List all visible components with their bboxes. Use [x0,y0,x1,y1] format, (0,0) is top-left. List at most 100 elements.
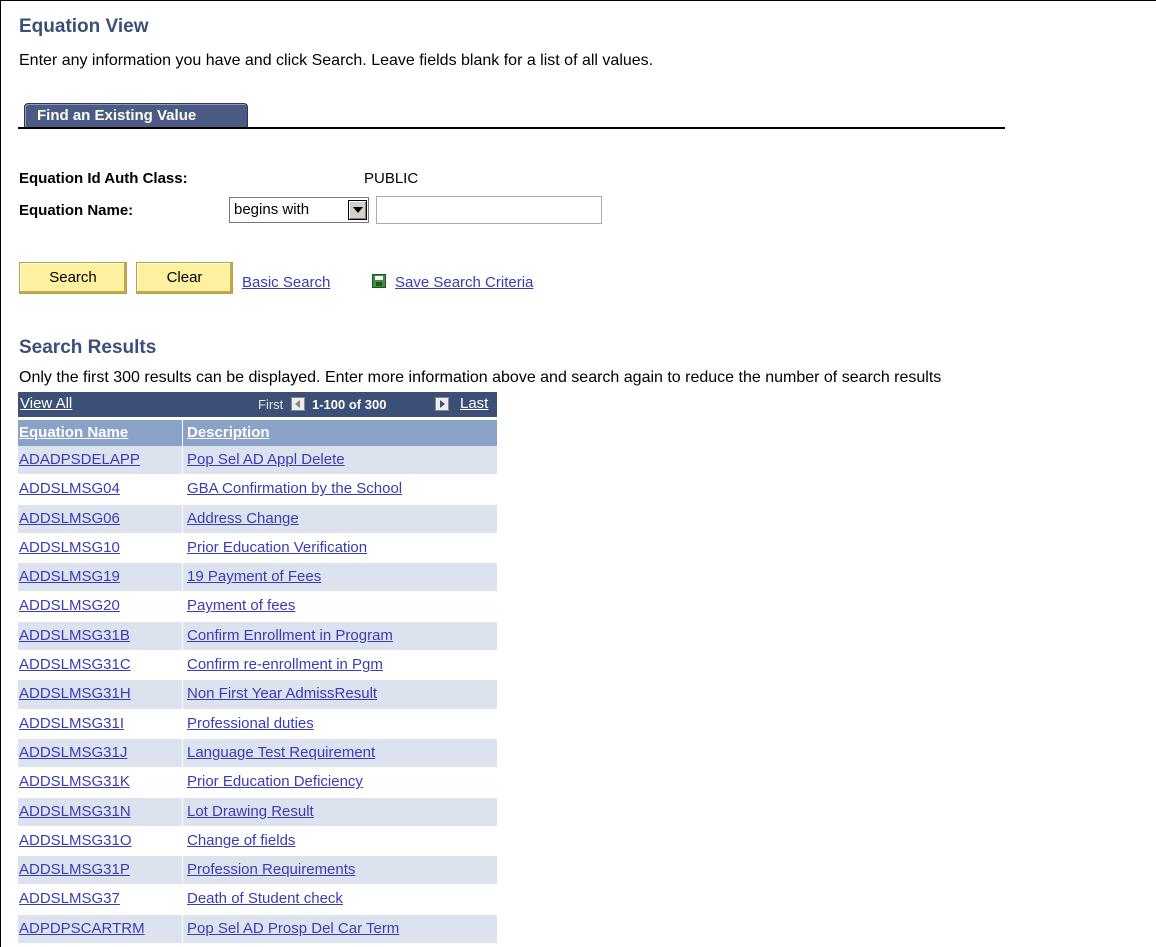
auth-class-value: PUBLIC [364,170,419,187]
results-rows: ADADPSDELAPP Pop Sel AD Appl Delete ADDSLM… [18,446,497,945]
column-divider [182,651,183,680]
table-row: ADDSLMSG31O Change of fields [18,826,497,857]
column-divider [182,680,183,709]
equation-name-link[interactable]: ADDSLMSG31N [19,803,131,820]
description-link[interactable]: Address Change [187,510,299,527]
table-row: ADDSLMSG31J Language Test Requirement [18,738,497,769]
column-divider [182,420,183,446]
column-divider [182,475,183,504]
column-divider [182,885,183,914]
equation-name-link[interactable]: ADDSLMSG19 [19,568,120,585]
description-link[interactable]: Prior Education Verification [187,539,367,556]
column-divider [182,621,183,651]
column-divider [182,533,183,563]
table-row: ADDSLMSG31B Confirm Enrollment in Program [18,621,497,652]
equation-name-link[interactable]: ADDSLMSG31P [19,861,130,878]
description-link[interactable]: Confirm re-enrollment in Pgm [187,656,383,673]
frame-left-border [0,0,1,947]
table-row: ADDSLMSG31K Prior Education Deficiency [18,768,497,798]
description-link[interactable]: Profession Requirements [187,861,355,878]
equation-name-link[interactable]: ADDSLMSG31O [19,832,132,849]
column-divider [182,504,183,533]
description-link[interactable]: Non First Year AdmissResult [187,685,377,702]
page-title: Equation View [19,16,149,37]
equation-name-link[interactable]: ADDSLMSG04 [19,480,120,497]
description-link[interactable]: Language Test Requirement [187,744,375,761]
table-row: ADDSLMSG31N Lot Drawing Result [18,797,497,827]
column-divider [182,709,183,738]
description-link[interactable]: Payment of fees [187,597,295,614]
equation-name-link[interactable]: ADADPSDELAPP [19,451,140,468]
tab-find-existing-value[interactable]: Find an Existing Value [24,103,248,127]
description-link[interactable]: Lot Drawing Result [187,803,314,820]
first-label: First [258,397,284,412]
table-row: ADPDPSCARTRM Pop Sel AD Prosp Del Car Ter… [18,914,497,945]
frame-top-border [0,0,1156,1]
equation-name-link[interactable]: ADDSLMSG31J [19,744,127,761]
equation-name-link[interactable]: ADDSLMSG31B [19,627,130,644]
save-disk-icon[interactable] [372,274,386,288]
table-row: ADDSLMSG31I Professional duties [18,709,497,739]
search-results-title: Search Results [19,337,157,358]
equation-name-link[interactable]: ADDSLMSG31H [19,685,131,702]
table-row: ADDSLMSG20 Payment of fees [18,592,497,622]
equation-name-link[interactable]: ADDSLMSG31I [19,715,124,732]
table-row: ADDSLMSG31H Non First Year AdmissResult [18,680,497,710]
equation-name-link[interactable]: ADDSLMSG31K [19,773,130,790]
equation-name-label: Equation Name: [19,202,134,219]
equation-name-link[interactable]: ADPDPSCARTRM [19,920,145,937]
description-link[interactable]: GBA Confirmation by the School [187,480,402,497]
description-link[interactable]: Confirm Enrollment in Program [187,627,393,644]
grid-column-headers: Equation Name Description [18,419,497,446]
description-link[interactable]: Death of Student check [187,890,343,907]
clear-button[interactable]: Clear [136,262,233,294]
view-all-link[interactable]: View All [20,395,72,412]
equation-name-link[interactable]: ADDSLMSG31C [19,656,131,673]
table-row: ADDSLMSG04 GBA Confirmation by the School [18,475,497,505]
grid-navigation-bar: View All First 1-100 of 300 Last [18,392,497,417]
column-header-equation-name[interactable]: Equation Name [19,424,128,441]
description-link[interactable]: Change of fields [187,832,295,849]
table-row: ADDSLMSG06 Address Change [18,504,497,534]
table-row: ADADPSDELAPP Pop Sel AD Appl Delete [18,446,497,476]
column-divider [182,563,183,592]
previous-page-icon[interactable] [291,397,305,411]
chevron-down-icon[interactable] [348,200,367,220]
equation-name-link[interactable]: ADDSLMSG37 [19,890,120,907]
description-link[interactable]: Pop Sel AD Prosp Del Car Term [187,920,399,937]
equation-name-operator-select[interactable]: begins with [229,197,369,223]
description-link[interactable]: Pop Sel AD Appl Delete [187,451,345,468]
column-divider [182,826,183,856]
description-link[interactable]: 19 Payment of Fees [187,568,321,585]
last-page-link[interactable]: Last [460,395,488,412]
instructions-text: Enter any information you have and click… [19,52,654,69]
next-page-icon[interactable] [435,397,449,411]
table-row: ADDSLMSG19 19 Payment of Fees [18,563,497,593]
column-divider [182,592,183,621]
column-divider [182,914,183,944]
equation-name-link[interactable]: ADDSLMSG06 [19,510,120,527]
search-button[interactable]: Search [19,262,127,294]
description-link[interactable]: Prior Education Deficiency [187,773,363,790]
description-link[interactable]: Professional duties [187,715,314,732]
table-row: ADDSLMSG10 Prior Education Verification [18,533,497,564]
equation-name-input[interactable] [376,196,602,224]
table-row: ADDSLMSG37 Death of Student check [18,885,497,915]
table-row: ADDSLMSG31C Confirm re-enrollment in Pgm [18,651,497,681]
table-row: ADDSLMSG31P Profession Requirements [18,856,497,886]
equation-name-link[interactable]: ADDSLMSG20 [19,597,120,614]
page-range: 1-100 of 300 [312,397,387,412]
column-divider [182,768,183,797]
column-divider [182,856,183,885]
results-note: Only the first 300 results can be displa… [19,369,942,386]
column-divider [182,446,183,475]
column-divider [182,797,183,826]
equation-name-link[interactable]: ADDSLMSG10 [19,539,120,556]
auth-class-label: Equation Id Auth Class: [19,170,188,187]
operator-selected-value: begins with [234,201,310,218]
save-search-criteria-link[interactable]: Save Search Criteria [395,274,533,291]
column-header-description[interactable]: Description [187,424,270,441]
basic-search-link[interactable]: Basic Search [242,274,330,291]
column-divider [182,738,183,768]
tab-underline [18,127,1005,129]
